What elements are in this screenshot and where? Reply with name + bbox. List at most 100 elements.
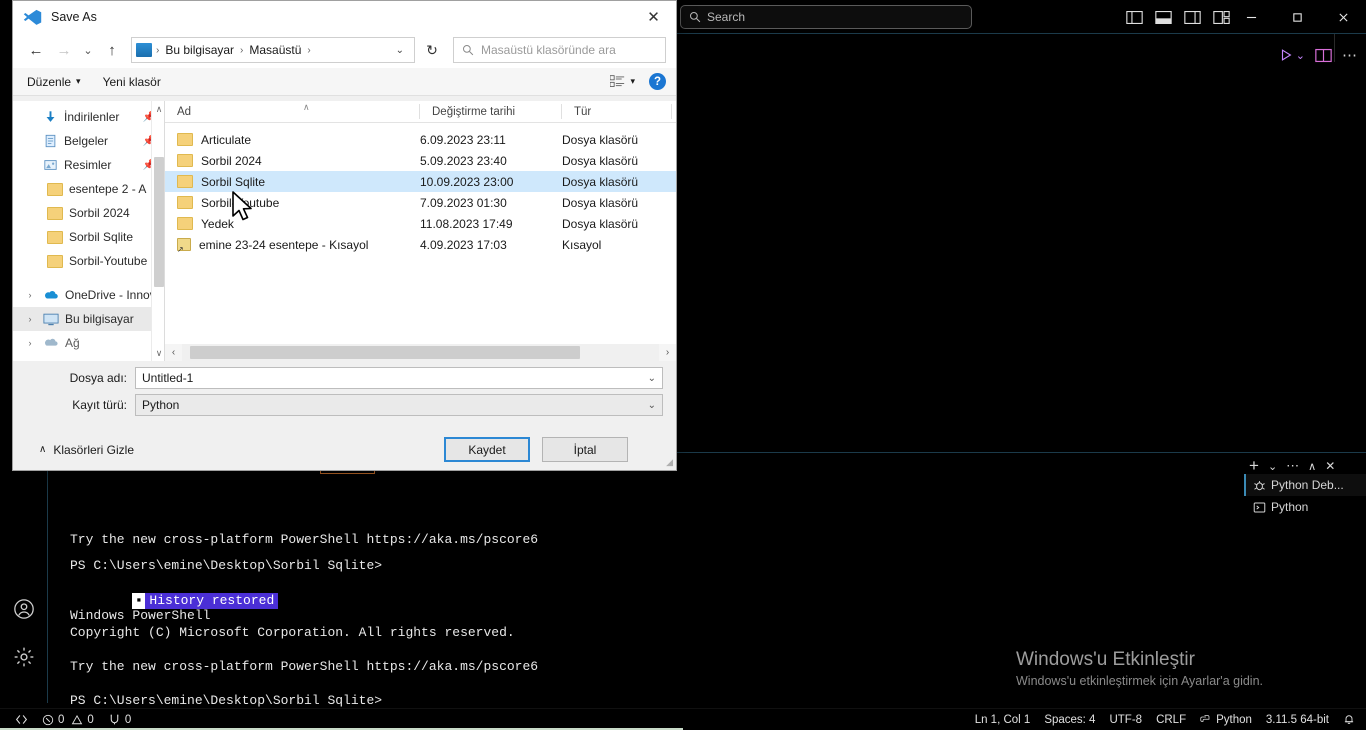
breadcrumb-item-computer[interactable]: Bu bilgisayar	[163, 43, 236, 57]
sidebar-item-sorbil-sqlite[interactable]: Sorbil Sqlite	[13, 225, 165, 249]
cancel-button[interactable]: İptal	[542, 437, 628, 462]
breadcrumb-item-desktop[interactable]: Masaüstü	[247, 43, 303, 57]
run-python-file-button[interactable]: ⌄	[1279, 48, 1305, 62]
sidebar-scroll-thumb[interactable]	[154, 157, 164, 287]
sidebar-item-documents[interactable]: Belgeler 📌	[13, 129, 165, 153]
status-warnings[interactable]: 0	[71, 709, 100, 730]
indentation[interactable]: Spaces: 4	[1037, 709, 1102, 730]
chevron-up-icon: ∧	[39, 444, 47, 455]
column-header-type[interactable]: Tür	[562, 101, 672, 123]
table-row[interactable]: Sorbil Sqlite 10.09.2023 23:00 Dosya kla…	[165, 171, 676, 192]
new-folder-button[interactable]: Yeni klasör	[103, 75, 161, 89]
command-search-input[interactable]: Search	[680, 5, 972, 29]
nav-back-button[interactable]: ←	[23, 37, 49, 63]
sidebar-item-label: Bu bilgisayar	[65, 312, 134, 326]
editor-more-actions-icon[interactable]: ⋯	[1342, 46, 1358, 64]
maximize-panel-icon[interactable]: ∧	[1308, 460, 1316, 473]
filename-row: Dosya adı: Untitled-1 ⌄	[13, 366, 676, 390]
sidebar-item-esentepe[interactable]: esentepe 2 - A	[13, 177, 165, 201]
sidebar-item-sorbil-youtube[interactable]: Sorbil-Youtube	[13, 249, 165, 273]
filename-input[interactable]: Untitled-1 ⌄	[135, 367, 663, 389]
scroll-left-icon[interactable]: ‹	[165, 344, 182, 361]
chevron-down-icon[interactable]: ⌄	[648, 400, 656, 411]
filetype-select[interactable]: Python ⌄	[135, 394, 663, 416]
python-interpreter[interactable]: 3.11.5 64-bit	[1259, 709, 1336, 730]
file-type-cell: Dosya klasörü	[562, 132, 639, 147]
view-options-button[interactable]: ▾	[610, 75, 635, 88]
sidebar-item-label: Sorbil Sqlite	[69, 230, 134, 244]
breadcrumb-separator: ›	[156, 44, 160, 56]
breadcrumb-separator: ›	[307, 44, 311, 56]
sidebar-item-label: Belgeler	[64, 134, 109, 148]
table-row[interactable]: emine 23-24 esentepe - Kısayol 4.09.2023…	[165, 234, 676, 255]
sidebar-item-this-pc[interactable]: › Bu bilgisayar	[13, 307, 165, 331]
panel-bottom-icon[interactable]	[1155, 10, 1172, 25]
column-header-date[interactable]: Değiştirme tarihi	[420, 101, 562, 123]
hide-folders-button[interactable]: ∧ Klasörleri Gizle	[13, 443, 134, 457]
save-button[interactable]: Kaydet	[444, 437, 530, 462]
table-row[interactable]: Sorbil-Youtube 7.09.2023 01:30 Dosya kla…	[165, 192, 676, 213]
notifications-bell[interactable]	[1336, 709, 1362, 730]
chevron-right-icon[interactable]: ›	[23, 338, 37, 348]
terminal-tab-python[interactable]: Python	[1244, 496, 1366, 518]
line-endings[interactable]: CRLF	[1149, 709, 1193, 730]
resize-grip-icon[interactable]: ◢	[666, 457, 673, 468]
new-terminal-caret-icon[interactable]: ⌄	[1268, 460, 1277, 473]
minimize-button[interactable]	[1228, 2, 1274, 32]
gear-icon[interactable]	[0, 633, 48, 681]
sidebar-item-downloads[interactable]: İndirilenler 📌	[13, 105, 165, 129]
organize-button[interactable]: Düzenle ▾	[27, 75, 81, 89]
file-name-label: Yedek	[201, 216, 234, 231]
scroll-right-icon[interactable]: ›	[659, 344, 676, 361]
file-list-pane: Ad ∧ Değiştirme tarihi Tür Articulate 6.…	[165, 101, 676, 361]
file-name-label: emine 23-24 esentepe - Kısayol	[199, 237, 369, 252]
dialog-search-input[interactable]: Masaüstü klasöründe ara	[453, 37, 666, 63]
sidebar-item-onedrive[interactable]: › OneDrive - Innova	[13, 283, 165, 307]
table-row[interactable]: Articulate 6.09.2023 23:11 Dosya klasörü	[165, 129, 676, 150]
nav-up-button[interactable]: ↑	[99, 37, 125, 63]
status-ports[interactable]: 0	[101, 709, 138, 730]
help-button[interactable]: ?	[649, 73, 666, 90]
sidebar-item-sorbil-2024[interactable]: Sorbil 2024	[13, 201, 165, 225]
hscroll-track[interactable]	[182, 344, 659, 361]
dialog-navbar: ← → ⌄ ↑ › Bu bilgisayar › Masaüstü › ⌄ ↻…	[13, 32, 676, 68]
account-icon[interactable]	[0, 585, 48, 633]
vscode-logo-icon	[23, 9, 42, 25]
table-row[interactable]: Yedek 11.08.2023 17:49 Dosya klasörü	[165, 213, 676, 234]
sidebar-item-network[interactable]: › Ağ	[13, 331, 165, 355]
nav-recent-locations-button[interactable]: ⌄	[79, 37, 97, 63]
chevron-right-icon[interactable]: ›	[23, 314, 37, 324]
new-terminal-icon[interactable]: +	[1249, 456, 1259, 476]
chevron-down-icon[interactable]: ⌄	[648, 373, 656, 384]
address-bar[interactable]: › Bu bilgisayar › Masaüstü › ⌄	[131, 37, 415, 63]
status-errors[interactable]: 0	[35, 709, 71, 730]
sidebar-scrollbar[interactable]: ∧ ∨	[151, 101, 165, 361]
panel-right-icon[interactable]	[1184, 10, 1201, 25]
hscroll-thumb[interactable]	[190, 346, 580, 359]
address-dropdown-icon[interactable]: ⌄	[390, 45, 410, 56]
run-caret-icon[interactable]: ⌄	[1296, 49, 1305, 62]
remote-indicator[interactable]	[8, 709, 35, 730]
activation-subtitle: Windows'u etkinleştirmek için Ayarlar'a …	[1016, 674, 1264, 688]
panel-left-icon[interactable]	[1126, 10, 1143, 25]
table-row[interactable]: Sorbil 2024 5.09.2023 23:40 Dosya klasör…	[165, 150, 676, 171]
maximize-button[interactable]	[1274, 2, 1320, 32]
computer-icon	[43, 313, 59, 325]
column-header-name[interactable]: Ad ∧	[165, 101, 420, 123]
encoding[interactable]: UTF-8	[1102, 709, 1149, 730]
terminal-tab-python-debug[interactable]: Python Deb...	[1244, 474, 1366, 496]
dialog-close-button[interactable]: ✕	[631, 1, 676, 32]
file-list-hscrollbar[interactable]: ‹ ›	[165, 344, 676, 361]
file-name-cell: Sorbil 2024	[165, 154, 420, 168]
file-name-cell: Yedek	[165, 217, 420, 231]
close-button[interactable]	[1320, 2, 1366, 32]
folder-icon	[177, 154, 193, 167]
chevron-right-icon[interactable]: ›	[23, 290, 37, 300]
refresh-button[interactable]: ↻	[419, 37, 445, 63]
close-panel-icon[interactable]: ✕	[1325, 459, 1335, 473]
sidebar-item-pictures[interactable]: Resimler 📌	[13, 153, 165, 177]
cursor-position[interactable]: Ln 1, Col 1	[968, 709, 1038, 730]
language-mode[interactable]: Python	[1193, 709, 1259, 730]
terminal-more-icon[interactable]: ⋯	[1286, 458, 1299, 474]
split-editor-icon[interactable]	[1315, 48, 1332, 63]
